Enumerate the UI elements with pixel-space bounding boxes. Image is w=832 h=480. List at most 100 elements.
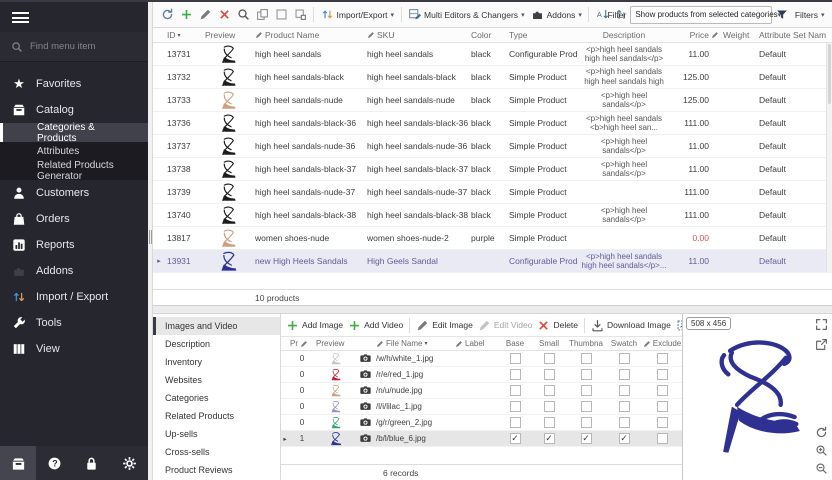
cell-id[interactable]: 13736 bbox=[165, 118, 203, 128]
swatch-checkbox[interactable] bbox=[619, 385, 630, 396]
cell-file-name[interactable]: /l/i/lilac_1.jpg bbox=[375, 402, 454, 411]
small-checkbox[interactable] bbox=[544, 417, 555, 428]
cell-file-name[interactable]: /b/l/blue_6.jpg bbox=[375, 434, 454, 443]
image-row[interactable]: 0/g/r/green_2.jpg bbox=[281, 415, 682, 431]
thumbnail-checkbox[interactable] bbox=[581, 353, 592, 364]
sidebar-item-import-export[interactable]: Import / Export bbox=[0, 284, 148, 310]
cell-description[interactable]: <p>high heel sandals</p> bbox=[577, 160, 671, 179]
cell-product-name[interactable]: high heel sandals-black-37 bbox=[253, 164, 365, 174]
cell-attribute-set[interactable]: Default bbox=[757, 141, 832, 151]
column-header-exclude[interactable]: Exclude bbox=[642, 339, 682, 348]
cell-product-name[interactable]: high heel sandals-nude-37 bbox=[253, 187, 365, 197]
column-header-base[interactable]: Base bbox=[498, 339, 532, 348]
cell-product-name[interactable]: high heel sandals-nude bbox=[253, 95, 365, 105]
column-header-file-name[interactable]: File Name▾ bbox=[375, 339, 454, 348]
cell-color[interactable]: black bbox=[469, 187, 507, 197]
cell-sku[interactable]: high heel sandals-black-37 bbox=[365, 164, 469, 174]
cell-description[interactable]: <p>high heel sandals</p> bbox=[577, 206, 671, 225]
cell-preview[interactable] bbox=[315, 384, 355, 397]
cell-description[interactable]: <p>high heel sandals high heel sandals</… bbox=[577, 45, 671, 64]
column-header-preview[interactable]: Preview bbox=[315, 339, 355, 348]
cell-product-name[interactable]: high heel sandals bbox=[253, 49, 365, 59]
add-image-button[interactable]: Add Image bbox=[284, 316, 345, 335]
small-checkbox[interactable] bbox=[544, 401, 555, 412]
cell-sku[interactable]: women shoes-nude-2 bbox=[365, 233, 469, 243]
duplicate-product-button[interactable] bbox=[291, 5, 309, 24]
product-row[interactable]: 13733 high heel sandals-nudehigh heel san… bbox=[153, 89, 832, 112]
multi-editors-menu-button[interactable]: Multi Editors & Changers▾ bbox=[406, 5, 528, 24]
small-checkbox[interactable]: ✓ bbox=[544, 433, 555, 444]
cell-price[interactable]: 111.00 bbox=[671, 187, 721, 197]
cell-sku[interactable]: high heel sandals-nude-37 bbox=[365, 187, 469, 197]
scrollbar-thumb[interactable] bbox=[828, 44, 831, 104]
cell-price[interactable]: 0.00 bbox=[671, 233, 721, 243]
cell-color[interactable]: black bbox=[469, 72, 507, 82]
open-external-icon[interactable] bbox=[815, 338, 828, 351]
cell-preview[interactable] bbox=[203, 182, 253, 202]
cell-color[interactable]: black bbox=[469, 164, 507, 174]
cell-attribute-set[interactable]: Default bbox=[757, 118, 832, 128]
fullscreen-icon[interactable] bbox=[815, 318, 828, 331]
cell-description[interactable]: <p>high heel sandals <b>high heel san... bbox=[577, 114, 671, 133]
base-checkbox[interactable] bbox=[510, 401, 521, 412]
cell-sku[interactable]: high heel sandals-nude bbox=[365, 95, 469, 105]
image-row[interactable]: 0/r/e/red_1.jpg bbox=[281, 367, 682, 383]
cell-preview[interactable] bbox=[203, 228, 253, 248]
swatch-checkbox[interactable] bbox=[619, 369, 630, 380]
archive-box-button[interactable] bbox=[0, 446, 36, 480]
download-image-button[interactable]: Download Image bbox=[589, 316, 673, 335]
cell-color[interactable]: black bbox=[469, 49, 507, 59]
select-products-button[interactable] bbox=[272, 5, 290, 24]
filter-select[interactable]: Show products from selected categories ▾ bbox=[630, 6, 772, 24]
product-row[interactable]: ▸13931new High Heels SandalsHigh Geels S… bbox=[153, 250, 832, 273]
sidebar-item-catalog[interactable]: Catalog bbox=[0, 97, 148, 123]
column-header-description[interactable]: Description bbox=[577, 30, 671, 40]
cell-file-name[interactable]: /g/r/green_2.jpg bbox=[375, 418, 454, 427]
cell-product-name[interactable]: high heel sandals-black-38 bbox=[253, 210, 365, 220]
base-checkbox[interactable]: ✓ bbox=[510, 433, 521, 444]
cell-preview[interactable] bbox=[315, 368, 355, 381]
cell-type[interactable]: Configurable Product bbox=[507, 49, 577, 59]
cell-color[interactable]: black bbox=[469, 141, 507, 151]
sidebar-item-categories-products[interactable]: Categories & Products bbox=[0, 123, 148, 142]
cell-sku[interactable]: high heel sandals bbox=[365, 49, 469, 59]
column-header-type[interactable]: Type bbox=[507, 30, 577, 40]
column-header-id[interactable]: ID▾ bbox=[165, 30, 203, 40]
cell-priority[interactable]: 1 bbox=[289, 434, 315, 443]
set-resize-rule-button[interactable]: Set Resize Rule bbox=[674, 316, 682, 335]
exclude-checkbox[interactable] bbox=[657, 369, 668, 380]
cell-file-name[interactable]: /r/e/red_1.jpg bbox=[375, 370, 454, 379]
thumbnail-checkbox[interactable] bbox=[581, 385, 592, 396]
cell-preview[interactable] bbox=[203, 136, 253, 156]
cell-file-name[interactable]: /w/h/white_1.jpg bbox=[375, 354, 454, 363]
cell-preview[interactable] bbox=[315, 352, 355, 365]
delete-product-button[interactable] bbox=[215, 5, 233, 24]
column-header-pr[interactable]: Pr bbox=[289, 339, 315, 348]
cell-priority[interactable]: 0 bbox=[289, 370, 315, 379]
cell-attribute-set[interactable]: Default bbox=[757, 233, 832, 243]
cell-type[interactable]: Simple Product bbox=[507, 118, 577, 128]
cell-id[interactable]: 13733 bbox=[165, 95, 203, 105]
find-product-button[interactable] bbox=[234, 5, 252, 24]
tab-images-and-video[interactable]: Images and Video bbox=[153, 317, 280, 335]
cell-type[interactable]: Simple Product bbox=[507, 164, 577, 174]
cell-price[interactable]: 111.00 bbox=[671, 118, 721, 128]
tab-categories[interactable]: Categories bbox=[153, 389, 280, 407]
cell-color[interactable]: black bbox=[469, 118, 507, 128]
menu-toggle-button[interactable] bbox=[0, 2, 148, 32]
sidebar-item-tools[interactable]: Tools bbox=[0, 310, 148, 336]
image-row[interactable]: 0/n/u/nude.jpg bbox=[281, 383, 682, 399]
cell-preview[interactable] bbox=[315, 431, 355, 446]
row-marker[interactable]: ▸ bbox=[153, 257, 165, 265]
cell-description[interactable]: <p>high heel sandals</p> bbox=[577, 137, 671, 156]
cell-type[interactable]: Simple Product bbox=[507, 72, 577, 82]
cell-id[interactable]: 13931 bbox=[165, 256, 203, 266]
edit-video-button[interactable]: Edit Video bbox=[476, 316, 535, 335]
sidebar-item-view[interactable]: View bbox=[0, 336, 148, 362]
cell-description[interactable]: <p>high heel sandals</p> bbox=[577, 91, 671, 110]
addons-menu-button[interactable]: Addons▾ bbox=[528, 5, 584, 24]
exclude-checkbox[interactable] bbox=[657, 353, 668, 364]
cell-preview[interactable] bbox=[203, 113, 253, 133]
cell-color[interactable]: black bbox=[469, 210, 507, 220]
product-row[interactable]: 13737high heel sandals-nude-36high heel … bbox=[153, 135, 832, 158]
